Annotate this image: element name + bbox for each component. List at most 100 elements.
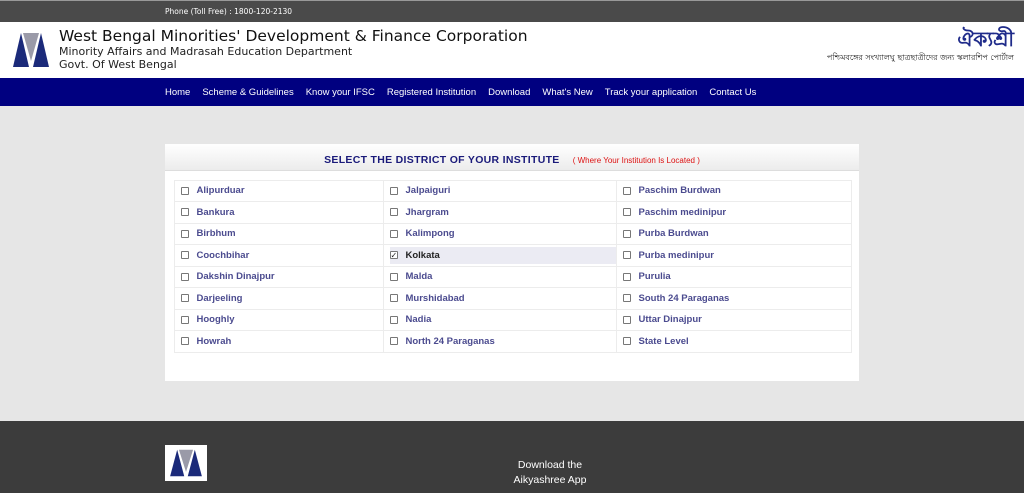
district-checkbox[interactable] (622, 272, 631, 281)
district-option-purulia[interactable]: Purulia (615, 265, 852, 288)
district-option-wrap: Jhargram (389, 204, 616, 221)
district-option-wrap: Uttar Dinajpur (622, 311, 851, 328)
nav-download[interactable]: Download (488, 87, 530, 98)
district-label: North 24 Paraganas (405, 335, 495, 347)
district-option-wrap: Kalimpong (389, 225, 616, 242)
district-option-wrap: Purulia (622, 268, 851, 285)
district-option-wrap: Bankura (180, 204, 383, 221)
district-label: Purba Burdwan (638, 228, 709, 240)
district-checkbox[interactable] (622, 294, 631, 303)
district-label: Paschim Burdwan (638, 185, 721, 197)
nav-contact-us[interactable]: Contact Us (709, 87, 756, 98)
panel-title: SELECT THE DISTRICT OF YOUR INSTITUTE (324, 154, 560, 166)
district-checkbox[interactable] (622, 315, 631, 324)
district-label: Murshidabad (405, 292, 465, 304)
district-checkbox[interactable] (389, 208, 398, 217)
district-checkbox[interactable] (622, 337, 631, 346)
district-checkbox[interactable] (389, 315, 398, 324)
district-option-howrah[interactable]: Howrah (173, 330, 384, 353)
district-label: Darjeeling (196, 292, 243, 304)
district-option-alipurduar[interactable]: Alipurduar (173, 179, 384, 202)
district-checkbox[interactable] (389, 294, 398, 303)
district-option-paschim-burdwan[interactable]: Paschim Burdwan (615, 179, 852, 202)
district-checkbox[interactable] (180, 251, 189, 260)
org-block: West Bengal Minorities' Development & Fi… (59, 27, 528, 71)
district-option-wrap: Purba Burdwan (622, 225, 851, 242)
nav-know-ifsc[interactable]: Know your IFSC (306, 87, 375, 98)
district-option-wrap: Nadia (389, 311, 616, 328)
district-option-wrap: Paschim Burdwan (622, 182, 851, 199)
wbmdfc-logo[interactable] (11, 31, 51, 69)
district-label: Purba medinipur (638, 249, 714, 261)
district-checkbox[interactable] (180, 229, 189, 238)
district-option-bankura[interactable]: Bankura (173, 201, 384, 224)
district-option-darjeeling[interactable]: Darjeeling (173, 287, 384, 310)
download-app-text[interactable]: Download the Aikyashree App (470, 458, 630, 488)
panel-note: ( Where Your Institution Is Located ) (572, 156, 700, 165)
district-label: Jhargram (405, 206, 449, 218)
district-label: Kalimpong (405, 228, 455, 240)
district-option-paschim-medinipur[interactable]: Paschim medinipur (615, 201, 852, 224)
district-checkbox[interactable] (622, 186, 631, 195)
toll-free-phone: Phone (Toll Free) : 1800-120-2130 (165, 7, 293, 16)
nav-whats-new[interactable]: What's New (542, 87, 592, 98)
district-option-state-level[interactable]: State Level (615, 330, 852, 353)
panel-header: SELECT THE DISTRICT OF YOUR INSTITUTE ( … (165, 144, 859, 171)
district-option-north-24-paraganas[interactable]: North 24 Paraganas (382, 330, 617, 353)
district-option-hooghly[interactable]: Hooghly (173, 308, 384, 331)
district-option-birbhum[interactable]: Birbhum (173, 222, 384, 245)
district-option-wrap: Malda (389, 268, 616, 285)
district-checkbox[interactable] (389, 229, 398, 238)
district-option-malda[interactable]: Malda (382, 265, 617, 288)
aikyashree-tagline: পশ্চিমবঙ্গের সংখ্যালঘু ছাত্রছাত্রীদের জন… (826, 53, 1014, 62)
district-option-wrap: Birbhum (180, 225, 383, 242)
district-option-wrap: Darjeeling (180, 290, 383, 307)
district-option-wrap: Jalpaiguri (389, 182, 616, 199)
district-label: Uttar Dinajpur (638, 314, 702, 326)
district-option-wrap: Paschim medinipur (622, 204, 851, 221)
site-footer: Download the Aikyashree App (0, 421, 1024, 493)
district-checkbox[interactable] (180, 315, 189, 324)
district-grid: Alipurduar Jalpaiguri Paschim Burdwan Banku… (173, 179, 852, 353)
district-option-purba-burdwan[interactable]: Purba Burdwan (615, 222, 852, 245)
district-option-kolkata[interactable]: ✓ Kolkata (382, 244, 617, 267)
district-checkbox[interactable] (180, 272, 189, 281)
nav-scheme-guidelines[interactable]: Scheme & Guidelines (202, 87, 293, 98)
district-option-dakshin-dinajpur[interactable]: Dakshin Dinajpur (173, 265, 384, 288)
district-option-nadia[interactable]: Nadia (382, 308, 617, 331)
district-option-uttar-dinajpur[interactable]: Uttar Dinajpur (615, 308, 852, 331)
district-select-panel: SELECT THE DISTRICT OF YOUR INSTITUTE ( … (165, 144, 859, 381)
district-option-purba-medinipur[interactable]: Purba medinipur (615, 244, 852, 267)
district-checkbox[interactable] (622, 208, 631, 217)
district-option-wrap: ✓ Kolkata (389, 246, 616, 264)
download-app-line-1: Download the (517, 459, 583, 471)
district-checkbox[interactable] (622, 229, 631, 238)
district-checkbox[interactable] (389, 186, 398, 195)
district-option-wrap: State Level (622, 333, 851, 350)
district-option-murshidabad[interactable]: Murshidabad (382, 287, 617, 310)
district-checkbox[interactable] (180, 294, 189, 303)
nav-registered-institution[interactable]: Registered Institution (387, 87, 476, 98)
district-option-jhargram[interactable]: Jhargram (382, 201, 617, 224)
district-checkbox[interactable] (622, 251, 631, 260)
district-label: Alipurduar (196, 185, 245, 197)
district-label: Nadia (405, 314, 432, 326)
district-option-wrap: North 24 Paraganas (389, 333, 616, 350)
district-option-wrap: Coochbihar (180, 247, 383, 264)
district-option-jalpaiguri[interactable]: Jalpaiguri (382, 179, 617, 202)
district-label: Paschim medinipur (638, 206, 727, 218)
district-option-kalimpong[interactable]: Kalimpong (382, 222, 617, 245)
district-option-south-24-paraganas[interactable]: South 24 Paraganas (615, 287, 852, 310)
district-option-wrap: Hooghly (180, 311, 383, 328)
district-checkbox[interactable] (389, 337, 398, 346)
nav-home[interactable]: Home (165, 87, 190, 98)
district-option-coochbihar[interactable]: Coochbihar (173, 244, 384, 267)
district-option-wrap: Murshidabad (389, 290, 616, 307)
nav-track-application[interactable]: Track your application (605, 87, 698, 98)
district-checkbox[interactable] (180, 337, 189, 346)
district-checkbox[interactable] (180, 208, 189, 217)
district-checkbox[interactable] (180, 186, 189, 195)
district-label: Bankura (196, 206, 235, 218)
district-checkbox[interactable]: ✓ (389, 251, 398, 260)
district-checkbox[interactable] (389, 272, 398, 281)
